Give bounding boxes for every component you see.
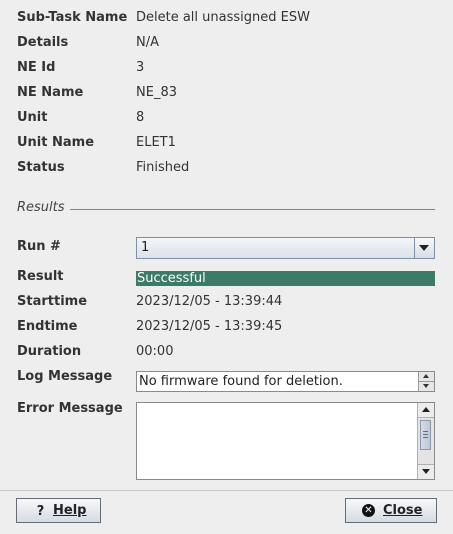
log-message-text: No firmware found for deletion.: [139, 374, 343, 389]
help-button[interactable]: ? Help: [16, 498, 101, 523]
starttime-label: Starttime: [17, 294, 88, 309]
scroll-down-icon[interactable]: [419, 382, 434, 391]
close-button[interactable]: ✕ Close: [345, 498, 437, 523]
run-select-value: 1: [141, 240, 150, 255]
status-value: Finished: [136, 160, 190, 175]
unit-value: 8: [136, 110, 145, 125]
log-message-scroller[interactable]: [418, 372, 434, 391]
results-section-title: Results: [17, 200, 65, 215]
unit-name-label: Unit Name: [17, 135, 95, 150]
close-button-label: Close: [383, 503, 423, 518]
close-circle-icon: ✕: [362, 504, 375, 517]
scroll-up-icon[interactable]: [419, 372, 434, 382]
starttime-value: 2023/12/05 - 13:39:44: [136, 294, 283, 309]
ne-name-value: NE_83: [136, 85, 177, 100]
error-message-field[interactable]: [136, 402, 435, 480]
footer-separator: [0, 490, 453, 491]
log-message-label: Log Message: [17, 369, 113, 384]
run-select[interactable]: 1: [136, 237, 435, 259]
sub-task-name-label: Sub-Task Name: [17, 10, 128, 25]
details-value: N/A: [136, 35, 159, 50]
error-message-scrollbar[interactable]: [417, 403, 434, 479]
question-icon: ?: [36, 504, 45, 519]
endtime-label: Endtime: [17, 319, 78, 334]
status-label: Status: [17, 160, 65, 175]
unit-label: Unit: [17, 110, 48, 125]
result-label: Result: [17, 269, 64, 284]
ne-name-label: NE Name: [17, 85, 84, 100]
run-label: Run #: [17, 239, 61, 254]
chevron-down-icon[interactable]: [414, 238, 434, 258]
details-label: Details: [17, 35, 69, 50]
scrollbar-thumb[interactable]: [420, 420, 431, 450]
help-button-label: Help: [53, 503, 87, 518]
error-message-label: Error Message: [17, 401, 123, 416]
ne-id-value: 3: [136, 60, 145, 75]
log-message-field[interactable]: No firmware found for deletion.: [136, 371, 435, 392]
sub-task-name-value: Delete all unassigned ESW: [136, 10, 310, 25]
ne-id-label: NE Id: [17, 60, 56, 75]
scroll-up-arrow-icon[interactable]: [418, 403, 434, 418]
endtime-value: 2023/12/05 - 13:39:45: [136, 319, 283, 334]
results-separator: [70, 209, 435, 210]
result-status-bar: Successful: [136, 271, 435, 286]
duration-label: Duration: [17, 344, 82, 359]
unit-name-value: ELET1: [136, 135, 176, 150]
duration-value: 00:00: [136, 344, 174, 359]
scroll-down-arrow-icon[interactable]: [418, 464, 434, 479]
